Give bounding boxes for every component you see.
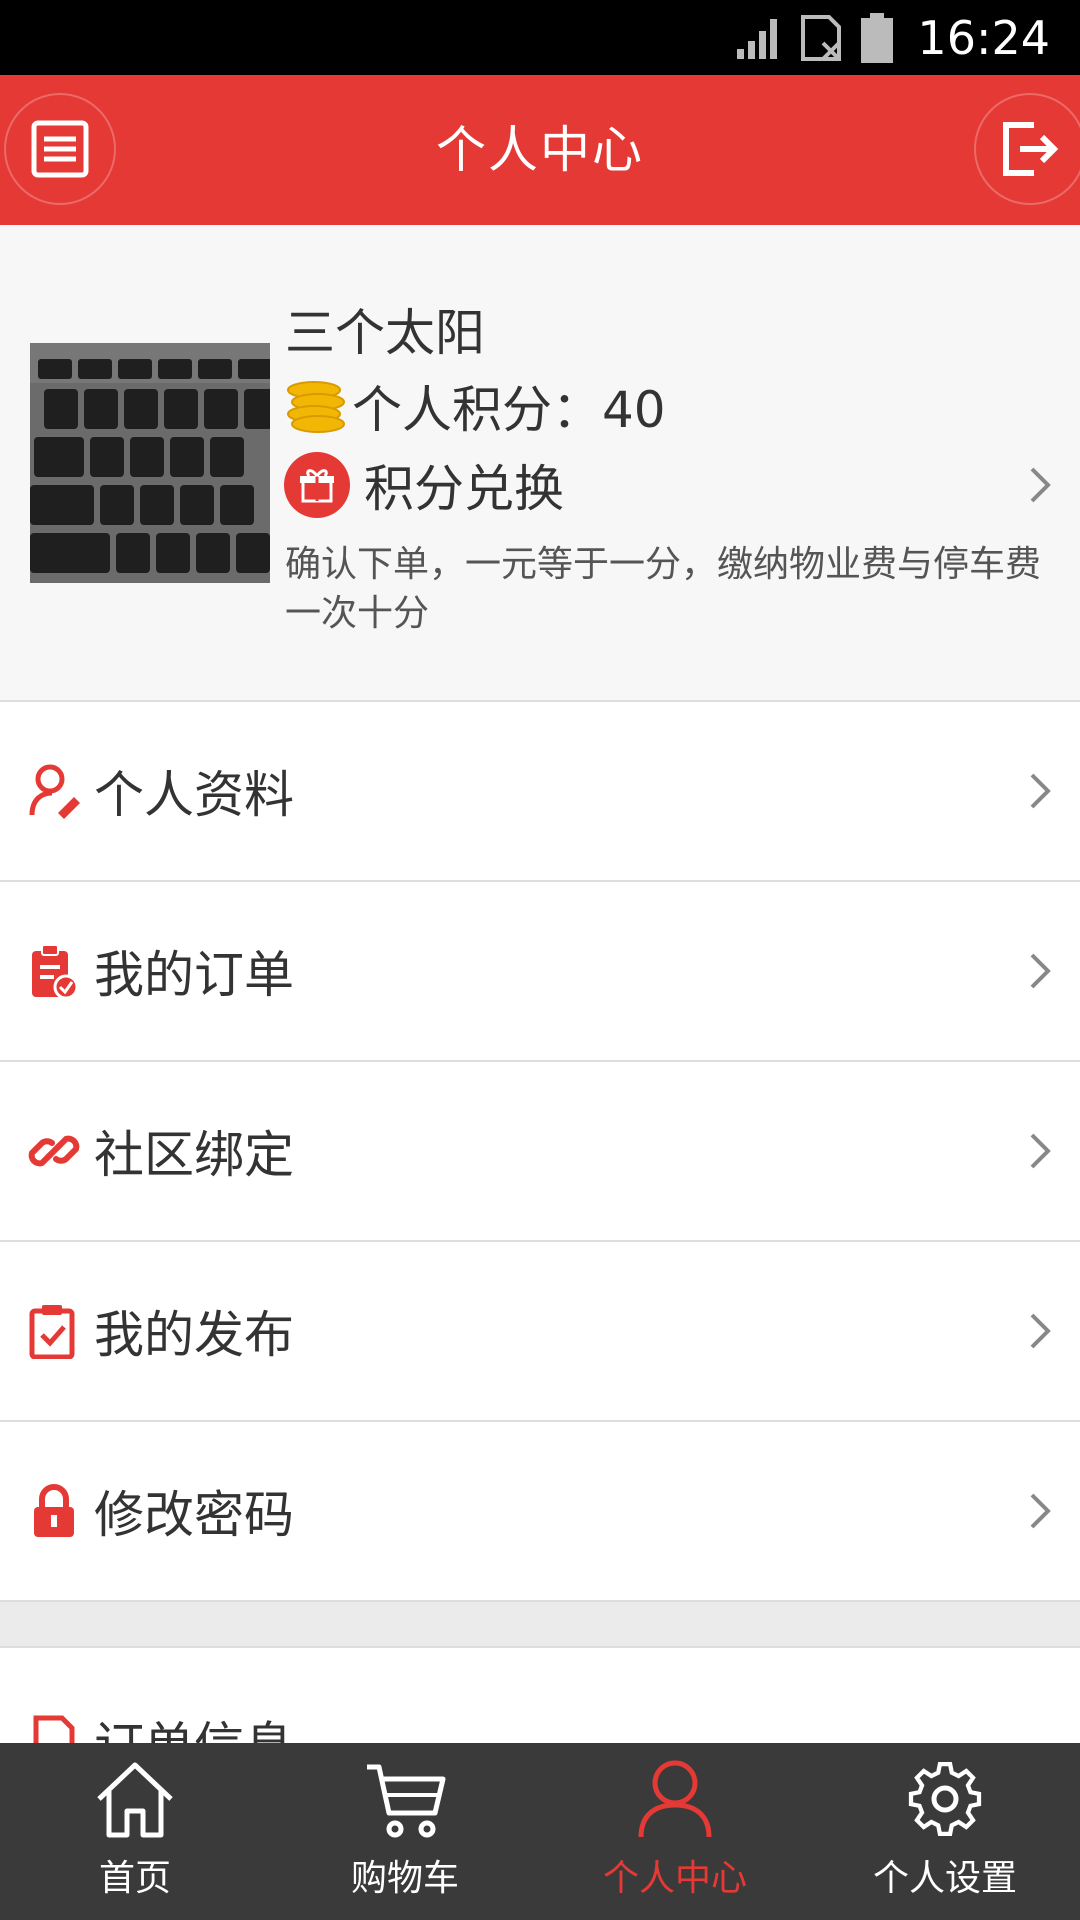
user-edit-icon: [26, 763, 82, 819]
nav-cart[interactable]: 购物车: [270, 1743, 540, 1920]
menu-item-orders[interactable]: 我的订单: [0, 882, 1080, 1062]
avatar[interactable]: [30, 343, 270, 583]
gear-icon: [908, 1762, 982, 1836]
status-bar: 16:24: [0, 0, 1080, 75]
exchange-label: 积分兑换: [364, 460, 564, 518]
nav-label: 购物车: [350, 1858, 459, 1899]
coins-icon: [287, 381, 345, 433]
logout-icon: [1003, 122, 1059, 176]
nav-label: 首页: [98, 1858, 171, 1899]
menu-label: 我的订单: [94, 946, 294, 1004]
order-clipboard-icon: [26, 943, 82, 999]
nav-home[interactable]: 首页: [0, 1743, 270, 1920]
menu-item-change-password[interactable]: 修改密码: [0, 1422, 1080, 1602]
menu-label: 社区绑定: [94, 1126, 294, 1184]
nav-label: 个人中心: [602, 1858, 747, 1899]
page-title: 个人中心: [436, 121, 644, 179]
menu-label: 订单信息: [94, 1717, 294, 1748]
menu-label: 我的发布: [94, 1306, 294, 1364]
chevron-right-icon: [1030, 773, 1051, 809]
nav-settings[interactable]: 个人设置: [810, 1743, 1080, 1920]
chevron-right-icon: [1030, 1493, 1051, 1529]
status-icons: 16:24: [735, 0, 1050, 75]
no-sim-icon: [801, 14, 842, 61]
menu-item-community[interactable]: 社区绑定: [0, 1062, 1080, 1242]
publish-clipboard-icon: [26, 1303, 82, 1359]
signal-icon: [737, 18, 778, 59]
chevron-right-icon: [1030, 953, 1051, 989]
clock: 16:24: [917, 10, 1050, 65]
points-row: 个人积分：40: [284, 370, 666, 442]
chevron-right-icon: [1030, 1313, 1051, 1349]
profile-card: 三个太阳 个人积分：40 积分兑换 确认下单，一元等于一分，缴纳物业费与停车费一…: [0, 225, 1080, 702]
menu-label: 修改密码: [94, 1486, 294, 1544]
header-bar: 个人中心: [0, 75, 1080, 225]
chevron-right-icon: [1030, 1133, 1051, 1169]
gift-icon: [284, 452, 350, 518]
menu-list: 个人资料 我的订单 社区绑定 我的发布 修改密码 订单信息: [0, 702, 1080, 1748]
chevron-right-icon: [1030, 467, 1051, 503]
cart-icon: [367, 1764, 446, 1838]
home-icon: [97, 1762, 173, 1838]
lock-icon: [26, 1483, 82, 1539]
bottom-nav: 首页 购物车 个人中心 个人设置: [0, 1743, 1080, 1920]
avatar-image: [30, 343, 270, 583]
nav-personal-center[interactable]: 个人中心: [540, 1743, 810, 1920]
menu-item-profile[interactable]: 个人资料: [0, 702, 1080, 882]
points-exchange-button[interactable]: 积分兑换: [284, 450, 1054, 520]
menu-item-order-info[interactable]: 订单信息: [0, 1648, 1080, 1748]
battery-icon: [861, 12, 894, 63]
points-description: 确认下单，一元等于一分，缴纳物业费与停车费一次十分: [285, 544, 1042, 634]
nav-label: 个人设置: [872, 1858, 1017, 1899]
menu-label: 个人资料: [94, 766, 294, 824]
menu-item-publish[interactable]: 我的发布: [0, 1242, 1080, 1422]
person-icon: [638, 1760, 712, 1838]
logout-button[interactable]: [974, 93, 1080, 205]
link-icon: [26, 1123, 82, 1179]
points-label: 个人积分：40: [352, 381, 666, 439]
username: 三个太阳: [285, 304, 485, 362]
section-divider: [0, 1602, 1080, 1648]
